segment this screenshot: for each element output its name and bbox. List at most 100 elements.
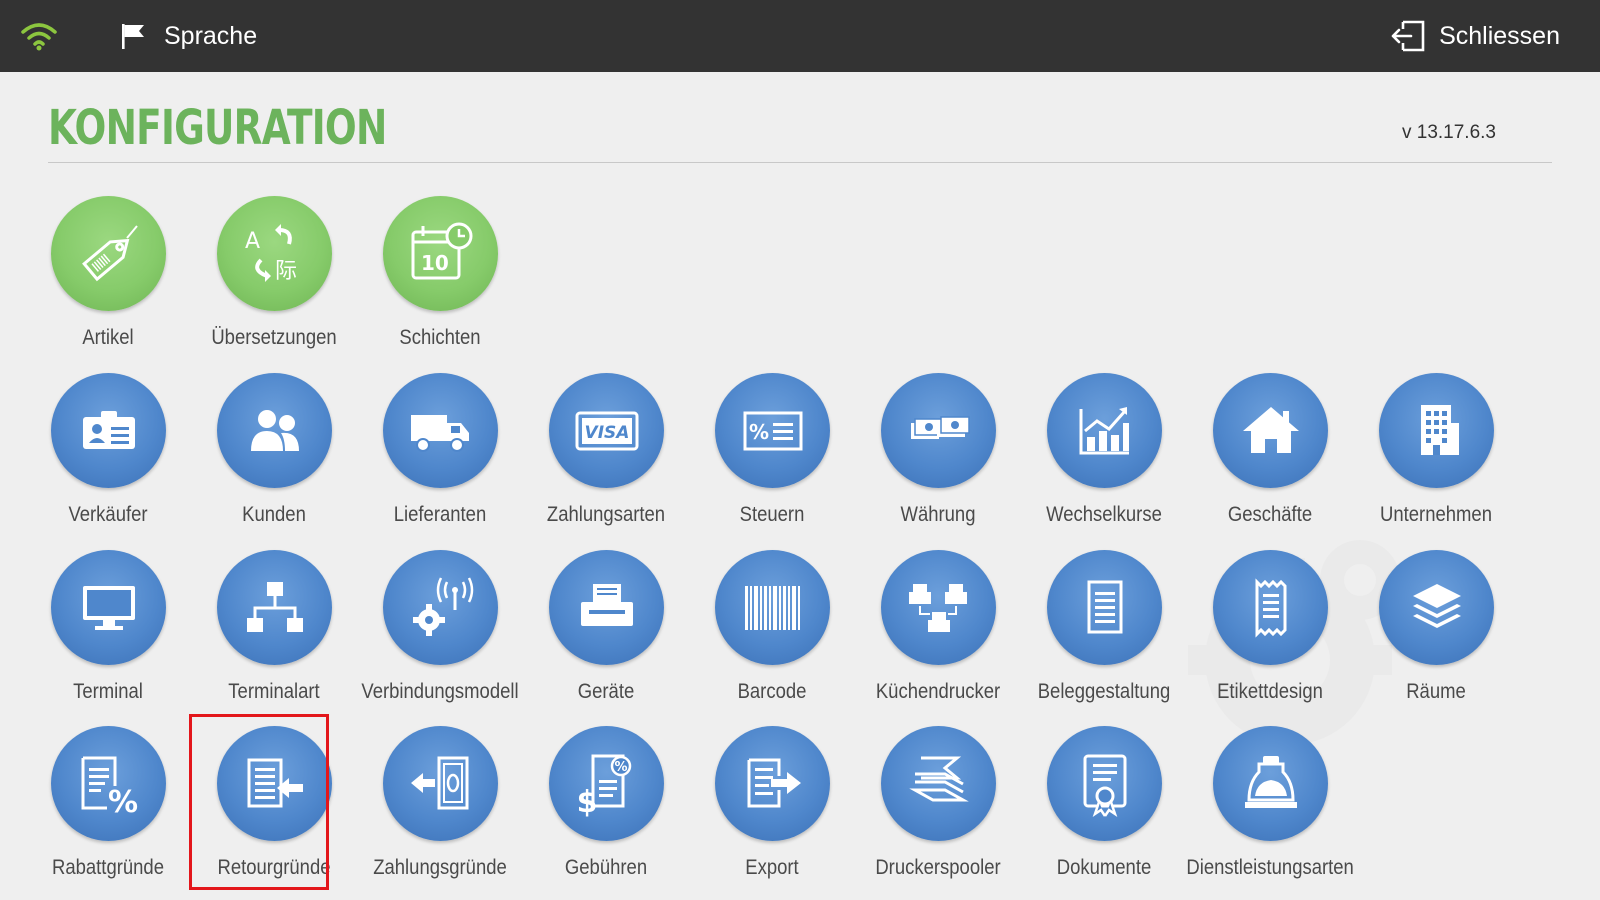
banknote-arrow-icon: [410, 756, 468, 809]
tile-label: Steuern: [739, 503, 805, 526]
svg-text:际: 际: [275, 259, 297, 284]
tile-zahlungsarten[interactable]: VISA Zahlungsarten: [521, 365, 691, 535]
svg-text:%: %: [107, 785, 137, 820]
tile-label: Unternehmen: [1380, 503, 1492, 526]
fee-document-icon: % $: [576, 754, 631, 820]
label-strip-icon: [1255, 577, 1286, 638]
tile-label: Dienstleistungsarten: [1186, 856, 1354, 879]
tile-label: Zahlungsarten: [546, 503, 666, 526]
flag-icon: [122, 24, 144, 49]
tile-label: Retourgründe: [217, 856, 331, 879]
tile-kunden[interactable]: Kunden: [189, 365, 359, 535]
calendar-clock-icon: 10: [411, 222, 472, 279]
certificate-icon: [1083, 754, 1126, 817]
tile-verkaeufer[interactable]: Verkäufer: [23, 365, 193, 535]
bell-service-icon: [1244, 755, 1297, 808]
receipt-document-icon: [1087, 580, 1122, 633]
price-tag-icon: [81, 224, 138, 281]
tile-geschaefte[interactable]: Geschäfte: [1185, 365, 1355, 535]
tile-label: Rabattgründe: [51, 856, 164, 879]
header-divider: [48, 162, 1552, 163]
tile-geraete[interactable]: Geräte: [521, 542, 691, 712]
tile-label: Wechselkurse: [1046, 503, 1162, 526]
translate-icon: A 际: [245, 223, 297, 284]
tile-label: Schichten: [399, 326, 481, 349]
language-button[interactable]: Sprache: [120, 18, 257, 54]
truck-icon: [410, 414, 469, 452]
kitchen-printers-icon: [908, 583, 967, 632]
tile-label: Verbindungsmodell: [361, 680, 519, 703]
svg-text:%: %: [614, 760, 627, 775]
svg-text:A: A: [245, 229, 260, 254]
close-button[interactable]: Schliessen: [1391, 18, 1560, 54]
tile-steuern[interactable]: % Steuern: [687, 365, 857, 535]
svg-text:10: 10: [421, 251, 449, 275]
tile-label: Artikel: [82, 326, 134, 349]
tile-retourgruende[interactable]: Retourgründe: [189, 714, 359, 890]
exit-icon: [1391, 20, 1425, 52]
tile-label: Dokumente: [1056, 856, 1152, 879]
tile-raeume[interactable]: Räume: [1351, 542, 1521, 712]
tile-barcode[interactable]: Barcode: [687, 542, 857, 712]
tile-gebuehren[interactable]: % $ Gebühren: [521, 718, 691, 888]
document-percent-icon: %: [81, 756, 138, 820]
version-label: v 13.17.6.3: [1401, 122, 1496, 143]
page-title: KONFIGURATION: [48, 100, 387, 156]
tile-export[interactable]: Export: [687, 718, 857, 888]
tile-lieferanten[interactable]: Lieferanten: [355, 365, 525, 535]
document-export-icon: [747, 758, 801, 807]
tile-label: Barcode: [737, 680, 807, 703]
tile-label: Gebühren: [564, 856, 648, 879]
tile-uebersetzungen[interactable]: A 际 Übersetzungen: [189, 188, 359, 358]
tile-schichten[interactable]: 10 Schichten: [355, 188, 525, 358]
tile-zahlungsgruende[interactable]: Zahlungsgründe: [355, 718, 525, 888]
tile-label: Währung: [900, 503, 976, 526]
paper-stack-icon: [908, 756, 969, 801]
tile-label: Beleggestaltung: [1037, 680, 1171, 703]
tile-beleggestaltung[interactable]: Beleggestaltung: [1019, 542, 1189, 712]
tile-label: Lieferanten: [393, 503, 487, 526]
layers-icon: [1412, 583, 1461, 628]
network-tree-icon: [246, 581, 303, 632]
tile-label: Etikettdesign: [1217, 680, 1323, 703]
house-icon: [1242, 406, 1299, 453]
printer-icon: [580, 583, 633, 626]
tile-dokumente[interactable]: Dokumente: [1019, 718, 1189, 888]
money-stack-icon: [910, 415, 970, 439]
tile-label: Export: [745, 856, 799, 879]
tile-verbindungsmodell[interactable]: Verbindungsmodell: [355, 542, 525, 712]
document-return-icon: [247, 758, 303, 807]
tile-label: Druckerspooler: [875, 856, 1001, 879]
percent-document-icon: %: [743, 411, 802, 450]
tile-label: Terminal: [73, 680, 143, 703]
tile-label: Räume: [1406, 680, 1466, 703]
language-label: Sprache: [164, 21, 258, 50]
tile-rabattgruende[interactable]: % Rabattgründe: [23, 718, 193, 888]
tile-kuechendrucker[interactable]: Küchendrucker: [853, 542, 1023, 712]
tile-label: Zahlungsgründe: [373, 856, 507, 879]
tile-etikettdesign[interactable]: Etikettdesign: [1185, 542, 1355, 712]
visa-card-icon: VISA: [575, 411, 638, 450]
tile-unternehmen[interactable]: Unternehmen: [1351, 365, 1521, 535]
tile-label: Küchendrucker: [875, 680, 1001, 703]
tile-label: Geschäfte: [1227, 503, 1313, 526]
chart-up-icon: [1079, 406, 1129, 454]
tile-druckerspooler[interactable]: Druckerspooler: [853, 718, 1023, 888]
tile-label: Kunden: [242, 503, 306, 526]
tile-label: Übersetzungen: [211, 326, 337, 349]
tile-waehrung[interactable]: Währung: [853, 365, 1023, 535]
svg-text:%: %: [748, 420, 768, 444]
users-icon: [250, 409, 299, 451]
building-icon: [1420, 404, 1459, 455]
tile-wechselkurse[interactable]: Wechselkurse: [1019, 365, 1189, 535]
tile-artikel[interactable]: Artikel: [23, 188, 193, 358]
id-card-icon: [82, 410, 135, 449]
barcode-icon: [744, 585, 800, 630]
svg-text:$: $: [576, 785, 597, 820]
gear-antenna-icon: [412, 576, 473, 636]
wifi-icon: [21, 23, 57, 51]
tile-terminalart[interactable]: Terminalart: [189, 542, 359, 712]
tile-dienstleistungsarten[interactable]: Dienstleistungsarten: [1185, 718, 1355, 888]
tile-terminal[interactable]: Terminal: [23, 542, 193, 712]
tile-label: Verkäufer: [68, 503, 148, 526]
